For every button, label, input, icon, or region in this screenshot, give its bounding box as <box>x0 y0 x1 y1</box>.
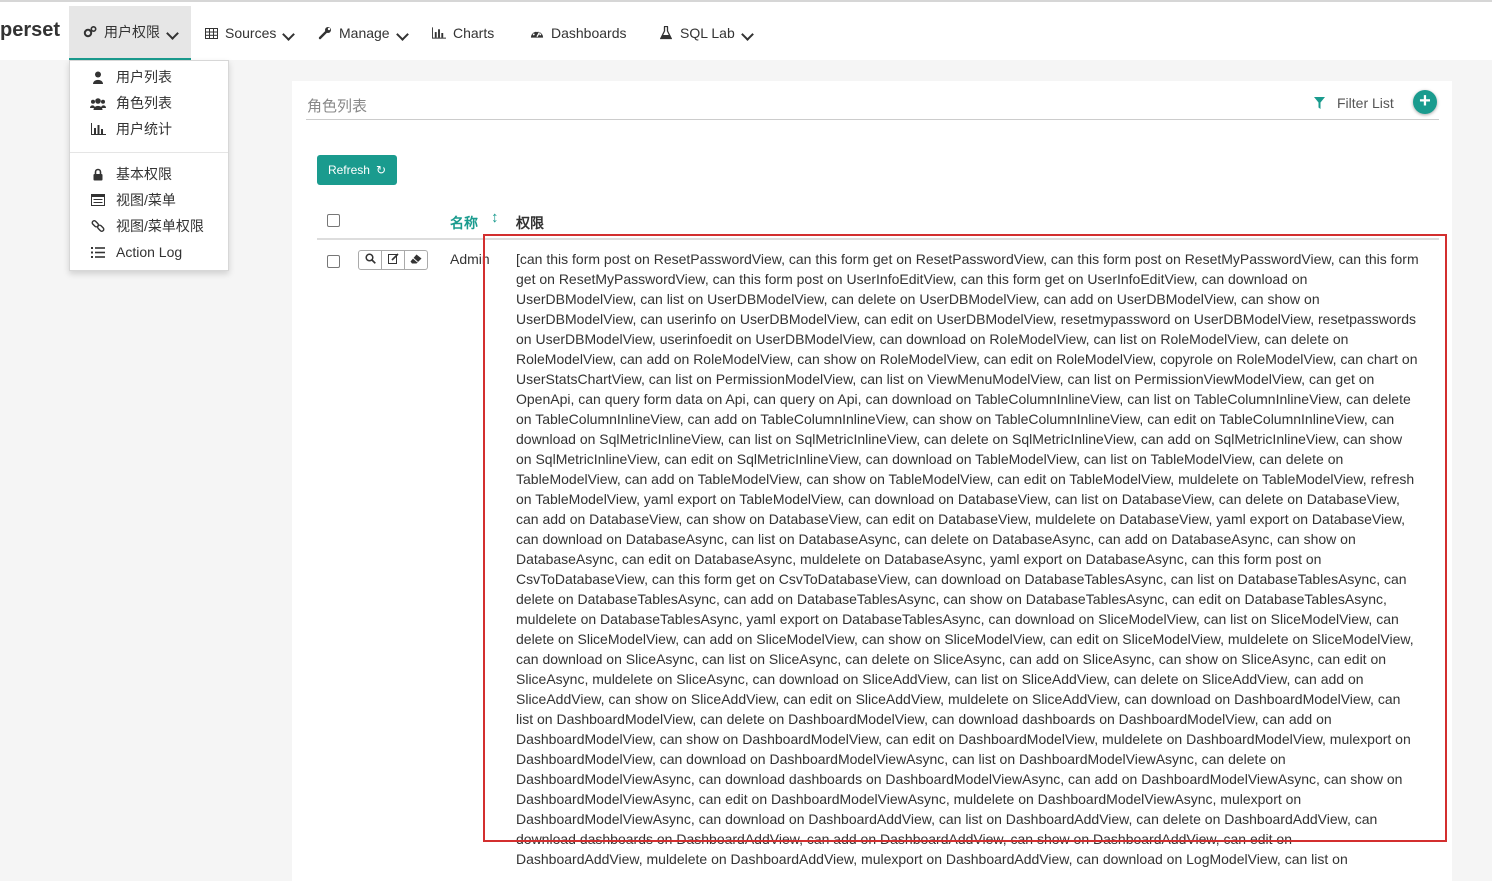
chevron-down-icon <box>740 28 754 41</box>
eraser-icon <box>410 254 422 267</box>
menu-item-action-log[interactable]: Action Log <box>90 241 182 263</box>
menu-item-label: 视图/菜单权限 <box>116 218 204 234</box>
nav-label: SQL Lab <box>680 25 735 41</box>
nav-sources[interactable]: Sources <box>204 6 296 60</box>
navbar: perset 用户权限 Sources Manage Charts Dashbo… <box>0 2 1492 60</box>
menu-item-label: 视图/菜单 <box>116 192 176 208</box>
select-all-checkbox[interactable] <box>327 214 340 227</box>
menu-item-view-menus[interactable]: 视图/菜单 <box>90 189 176 211</box>
list-ol-icon <box>90 245 106 259</box>
nav-label: Sources <box>225 25 277 41</box>
nav-dashboards[interactable]: Dashboards <box>530 6 627 60</box>
bar-chart-icon <box>432 26 446 40</box>
page-title: 角色列表 <box>307 98 368 115</box>
refresh-label: Refresh <box>327 163 370 177</box>
nav-label: Charts <box>453 25 495 41</box>
menu-item-base-permissions[interactable]: 基本权限 <box>90 163 172 185</box>
chevron-down-icon <box>395 28 409 41</box>
nav-label: Manage <box>339 25 390 41</box>
nav-manage[interactable]: Manage <box>318 6 409 60</box>
title-divider <box>306 119 1439 120</box>
refresh-button[interactable]: Refresh ↻ <box>317 155 397 185</box>
user-icon <box>90 70 106 84</box>
link-icon <box>90 219 106 233</box>
menu-divider <box>70 152 228 153</box>
column-header-permissions: 权限 <box>516 215 544 231</box>
cogs-icon <box>83 25 97 39</box>
menu-item-view-menu-permissions[interactable]: 视图/菜单权限 <box>90 215 204 237</box>
nav-label: Dashboards <box>551 25 627 41</box>
nav-charts[interactable]: Charts <box>432 6 494 60</box>
row-checkbox[interactable] <box>327 255 340 268</box>
delete-record-button[interactable] <box>405 250 428 270</box>
edit-icon <box>387 253 399 267</box>
refresh-icon: ↻ <box>375 163 387 177</box>
chevron-down-icon <box>166 27 179 40</box>
role-name-cell: Admin <box>450 251 490 267</box>
menu-item-label: 用户列表 <box>116 69 172 85</box>
brand-logo[interactable]: perset <box>0 19 60 42</box>
add-role-button[interactable]: + <box>1413 90 1437 114</box>
bar-chart-icon <box>90 122 106 136</box>
show-record-button[interactable] <box>358 250 382 270</box>
row-actions <box>358 250 428 270</box>
lock-icon <box>90 167 106 181</box>
sort-icon[interactable]: ↕ <box>491 209 499 226</box>
menu-item-user-stats[interactable]: 用户统计 <box>90 118 172 140</box>
column-header-name[interactable]: 名称 <box>450 213 478 233</box>
group-icon <box>90 96 106 110</box>
menu-item-label: 基本权限 <box>116 166 172 182</box>
user-permissions-dropdown: 用户列表 角色列表 用户统计 基本权限 视图/菜单 视图/菜单权限 Action… <box>69 60 229 271</box>
search-icon <box>364 253 376 267</box>
chevron-down-icon <box>282 28 296 41</box>
table-icon <box>204 26 218 40</box>
edit-record-button[interactable] <box>382 250 405 270</box>
menu-item-role-list[interactable]: 角色列表 <box>90 92 172 114</box>
flask-icon <box>659 26 673 40</box>
table-header-divider <box>317 238 1439 240</box>
nav-label: 用户权限 <box>104 24 160 40</box>
menu-item-label: 角色列表 <box>116 95 172 111</box>
filter-list-button[interactable]: Filter List <box>1314 95 1394 111</box>
dashboard-icon <box>530 26 544 40</box>
list-alt-icon <box>90 193 106 207</box>
nav-sql-lab[interactable]: SQL Lab <box>659 6 754 60</box>
filter-icon <box>1314 97 1325 109</box>
menu-item-user-list[interactable]: 用户列表 <box>90 66 172 88</box>
role-list-panel: 角色列表 Filter List + Refresh ↻ 名称 ↕ 权限 Adm… <box>292 81 1452 881</box>
menu-item-label: Action Log <box>116 244 183 260</box>
permissions-cell: [can this form post on ResetPasswordView… <box>516 251 1419 867</box>
nav-user-permissions[interactable]: 用户权限 <box>69 6 191 60</box>
filter-list-label: Filter List <box>1337 95 1394 111</box>
wrench-icon <box>318 26 332 40</box>
menu-item-label: 用户统计 <box>116 121 172 137</box>
